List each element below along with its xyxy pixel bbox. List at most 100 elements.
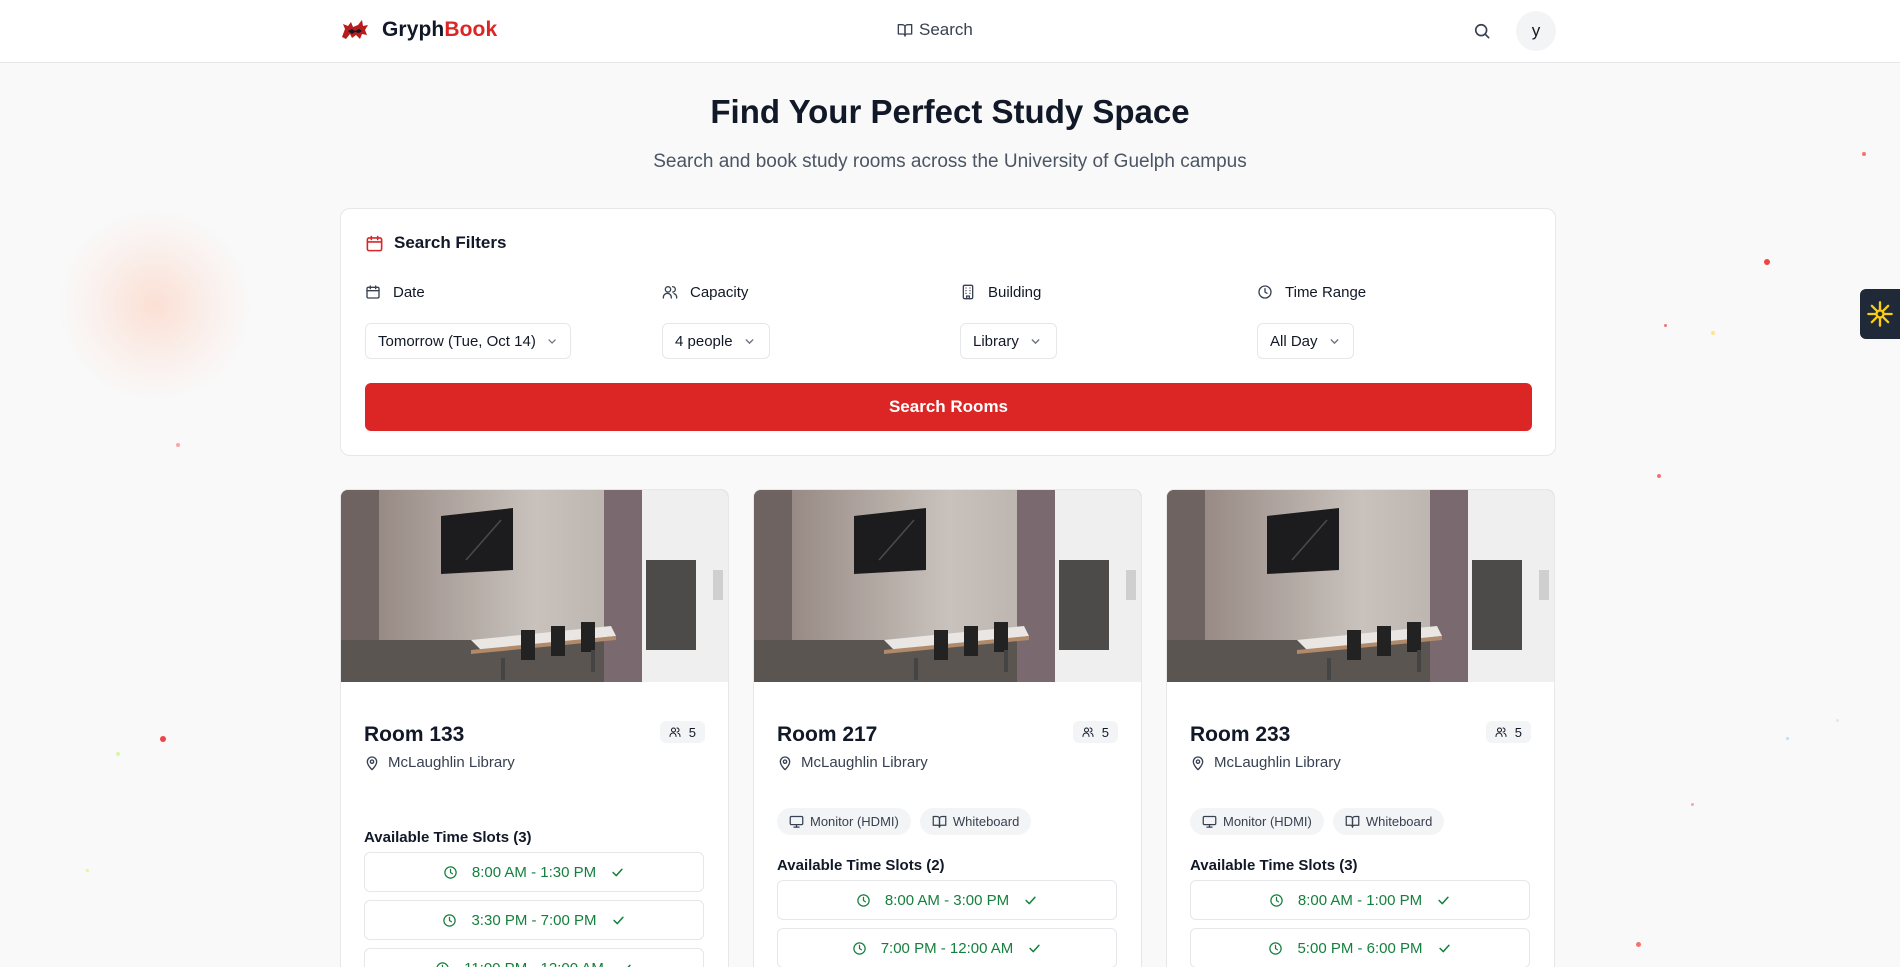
time-slot-label: 8:00 AM - 1:00 PM xyxy=(1297,891,1423,909)
background-dot xyxy=(176,443,180,447)
date-field: Date Tomorrow (Tue, Oct 14) xyxy=(365,283,571,359)
time-slot-button[interactable]: 8:00 AM - 3:00 PM xyxy=(777,880,1117,920)
room-location-text: McLaughlin Library xyxy=(388,754,515,771)
room-card[interactable]: Room 217 5 McLaughlin Library Monitor (HDMI… xyxy=(753,489,1142,967)
sparkle-icon xyxy=(1867,301,1893,327)
time-slot-button[interactable]: 3:30 PM - 7:00 PM xyxy=(364,900,704,940)
room-location: McLaughlin Library xyxy=(777,754,928,771)
room-location: McLaughlin Library xyxy=(364,754,515,771)
time-range-select-value: All Day xyxy=(1270,332,1318,350)
check-icon xyxy=(1029,944,1040,952)
background-dot xyxy=(1764,259,1770,265)
capacity-badge: 5 xyxy=(1485,721,1531,743)
brand-name-part1: Gryph xyxy=(382,18,445,41)
users-icon xyxy=(669,727,681,737)
building-field: Building Library xyxy=(960,283,1057,359)
brand[interactable]: GryphBook xyxy=(340,17,497,43)
clock-icon xyxy=(444,865,457,879)
clock-icon xyxy=(1270,893,1283,907)
background-dot xyxy=(160,736,166,742)
clock-icon xyxy=(436,961,449,967)
time-slot-button[interactable]: 8:00 AM - 1:30 PM xyxy=(364,852,704,892)
building-label: Building xyxy=(960,283,1041,301)
building-select-value: Library xyxy=(973,332,1019,350)
page-title: Find Your Perfect Study Space xyxy=(710,93,1190,130)
time-range-field: Time Range All Day xyxy=(1257,283,1366,359)
chevron-down-icon xyxy=(548,338,556,344)
date-label-text: Date xyxy=(393,283,425,301)
capacity-select-value: 4 people xyxy=(675,332,733,350)
clock-icon xyxy=(443,913,457,927)
background-glow xyxy=(60,210,250,400)
chevron-down-icon xyxy=(745,338,753,344)
time-slot-label: 8:00 AM - 1:30 PM xyxy=(471,863,597,881)
background-dot xyxy=(1657,474,1661,478)
amenity-tag: Whiteboard xyxy=(1332,808,1445,835)
time-slot-label: 8:00 AM - 3:00 PM xyxy=(884,891,1010,909)
side-widget-tab[interactable] xyxy=(1860,289,1900,339)
time-slot-button[interactable]: 8:00 AM - 1:00 PM xyxy=(1190,880,1530,920)
users-icon xyxy=(662,286,678,299)
chevron-down-icon xyxy=(1330,338,1338,344)
nav-search-link[interactable]: Search xyxy=(897,20,973,40)
building-select[interactable]: Library xyxy=(960,323,1057,359)
room-photo xyxy=(1167,490,1554,682)
map-pin-icon xyxy=(366,755,378,770)
monitor-icon xyxy=(1202,815,1217,828)
calendar-icon xyxy=(366,285,380,299)
background-dot xyxy=(1691,803,1694,806)
time-slots-heading: Available Time Slots (3) xyxy=(1190,857,1358,874)
filters-title: Search Filters xyxy=(394,233,507,252)
clock-icon xyxy=(852,941,866,955)
time-range-label: Time Range xyxy=(1257,283,1366,301)
check-icon xyxy=(612,916,624,924)
avatar-initial: y xyxy=(1531,21,1541,40)
room-location: McLaughlin Library xyxy=(1190,754,1341,771)
time-range-select[interactable]: All Day xyxy=(1257,323,1354,359)
room-name: Room 133 xyxy=(364,723,465,746)
time-slots-heading: Available Time Slots (2) xyxy=(777,857,945,874)
brand-name: GryphBook xyxy=(382,18,497,42)
room-location-text: McLaughlin Library xyxy=(1214,754,1341,771)
capacity-select[interactable]: 4 people xyxy=(662,323,770,359)
user-avatar[interactable]: y xyxy=(1516,11,1556,51)
capacity-label: Capacity xyxy=(662,283,748,301)
room-card[interactable]: Room 233 5 McLaughlin Library Monitor (HDMI… xyxy=(1166,489,1555,967)
search-icon[interactable] xyxy=(1472,21,1492,41)
background-dot xyxy=(1786,737,1789,740)
amenity-label: Monitor (HDMI) xyxy=(1223,814,1312,829)
room-name: Room 217 xyxy=(777,723,878,746)
clock-icon xyxy=(857,893,870,907)
amenity-label: Whiteboard xyxy=(952,814,1020,829)
search-filters-card: Search Filters Date Tomorrow (Tue, Oct 1… xyxy=(340,208,1556,456)
check-icon xyxy=(1025,896,1036,904)
building-label-text: Building xyxy=(988,283,1042,301)
check-icon xyxy=(626,964,631,967)
clock-icon xyxy=(1269,941,1283,955)
time-slot-button[interactable]: 7:00 PM - 12:00 AM xyxy=(777,928,1117,967)
time-slot-button[interactable]: 5:00 PM - 6:00 PM xyxy=(1190,928,1530,967)
background-dot xyxy=(86,869,89,872)
search-rooms-button[interactable]: Search Rooms xyxy=(365,383,1532,431)
book-open-icon xyxy=(932,815,947,828)
room-location-text: McLaughlin Library xyxy=(801,754,928,771)
amenity-list: Monitor (HDMI) Whiteboard xyxy=(777,808,1032,835)
amenity-tag: Monitor (HDMI) xyxy=(777,808,911,835)
nav-search-label: Search xyxy=(919,20,973,39)
capacity-value: 5 xyxy=(1101,724,1109,740)
date-select-value: Tomorrow (Tue, Oct 14) xyxy=(378,332,536,350)
top-navbar: GryphBook Search y xyxy=(0,0,1900,63)
date-select[interactable]: Tomorrow (Tue, Oct 14) xyxy=(365,323,571,359)
capacity-value: 5 xyxy=(1514,724,1522,740)
amenity-tag: Whiteboard xyxy=(919,808,1032,835)
capacity-label-text: Capacity xyxy=(690,283,749,301)
gryphon-logo-icon xyxy=(342,20,368,39)
capacity-field: Capacity 4 people xyxy=(662,283,770,359)
users-icon xyxy=(1082,727,1094,737)
background-dot xyxy=(1836,719,1839,722)
check-icon xyxy=(612,868,623,876)
room-card[interactable]: Room 133 5 McLaughlin Library Available Tim… xyxy=(340,489,729,967)
room-name: Room 233 xyxy=(1190,723,1291,746)
time-slot-button[interactable]: 11:00 PM - 12:00 AM xyxy=(364,948,704,967)
check-icon xyxy=(1438,896,1449,904)
